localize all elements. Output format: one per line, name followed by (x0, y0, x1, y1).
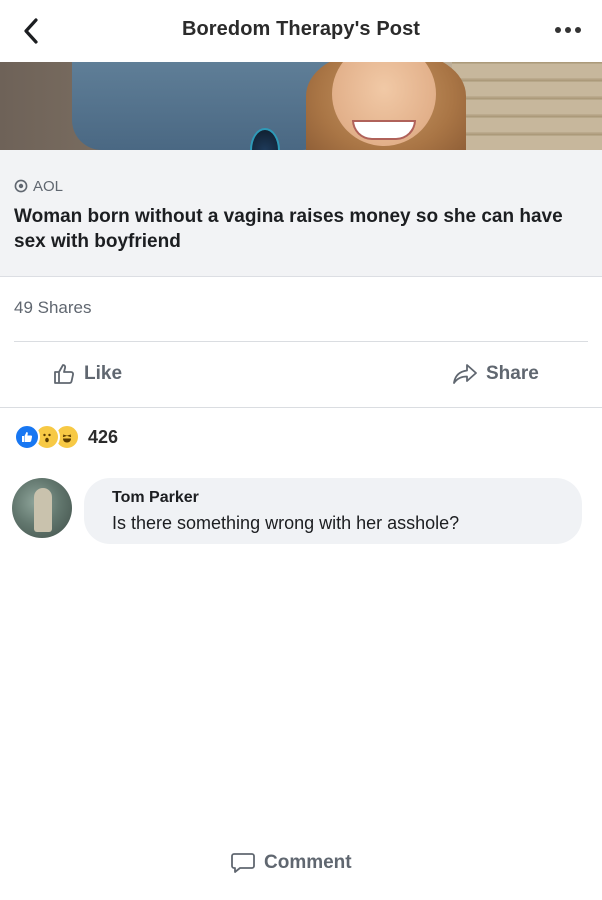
like-button[interactable]: Like (52, 354, 122, 394)
comment-item: Tom Parker Is there something wrong with… (12, 472, 592, 546)
page-title: Boredom Therapy's Post (181, 18, 421, 40)
image-smile (352, 120, 416, 140)
globe-icon (14, 179, 28, 193)
reactions-summary[interactable]: 426 (14, 424, 118, 450)
more-options-button[interactable] (548, 18, 588, 42)
thumbs-up-icon (54, 364, 74, 384)
image-person-left (72, 62, 332, 150)
comment-button[interactable]: Comment (230, 826, 602, 900)
share-label: Share (486, 363, 539, 384)
comment-bubble[interactable]: Tom Parker Is there something wrong with… (84, 478, 582, 544)
like-label: Like (84, 363, 123, 384)
share-button[interactable]: Share (452, 354, 539, 394)
link-source: AOL (14, 176, 63, 196)
more-dot (565, 27, 571, 33)
thumbs-up-mini-icon (22, 432, 33, 442)
divider (0, 407, 602, 408)
image-background (452, 62, 602, 150)
top-bar: Boredom Therapy's Post (0, 0, 602, 63)
comment-label: Comment (264, 852, 352, 873)
avatar[interactable] (12, 478, 72, 538)
divider (14, 341, 588, 342)
shares-count[interactable]: 49 Shares (14, 298, 92, 318)
more-dot (575, 27, 581, 33)
share-arrow-icon (453, 364, 477, 384)
reaction-count: 426 (88, 426, 119, 447)
comment-text: Is there something wrong with her asshol… (112, 513, 460, 533)
link-headline[interactable]: Woman born without a vagina raises money… (14, 204, 584, 254)
avatar-figure (34, 488, 52, 532)
like-reaction-icon (14, 424, 40, 450)
comment-icon (231, 853, 255, 873)
wow-face-icon (43, 433, 51, 443)
more-horizontal-icon (555, 27, 561, 33)
haha-face-icon (62, 434, 72, 443)
comment-author[interactable]: Tom Parker (112, 489, 199, 507)
link-source-label: AOL (33, 177, 64, 195)
action-bar: Like Comment Share (0, 354, 602, 873)
link-preview-image[interactable] (0, 62, 602, 150)
